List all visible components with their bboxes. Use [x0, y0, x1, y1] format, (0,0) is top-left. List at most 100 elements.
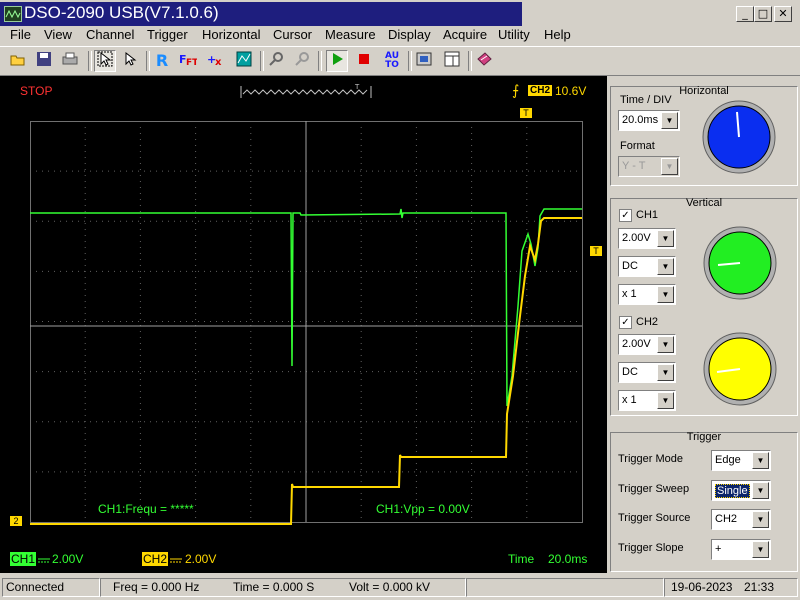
toolbar: R F FT + x AU TO: [0, 46, 800, 76]
print-icon[interactable]: [60, 51, 80, 71]
menu-horizontal[interactable]: Horizontal: [202, 26, 261, 44]
menu-trigger[interactable]: Trigger: [147, 26, 188, 44]
format-select[interactable]: Y - T ▼: [618, 156, 680, 177]
ch2-volts-knob[interactable]: [700, 330, 780, 408]
frequency-measurement: CH1:Frequ = *****: [98, 502, 194, 516]
status-date: 19-06-2023: [671, 580, 733, 594]
chevron-down-icon[interactable]: ▼: [661, 158, 678, 175]
menu-display[interactable]: Display: [388, 26, 431, 44]
timebase-value: 20.0ms: [548, 552, 588, 566]
close-button[interactable]: ✕: [774, 6, 792, 22]
time-div-label: Time / DIV: [620, 94, 672, 106]
pointer-icon[interactable]: [120, 51, 140, 71]
format-label: Format: [620, 140, 655, 152]
cursor-volt: Volt = 0.000 kV: [349, 580, 431, 594]
chevron-down-icon[interactable]: ▼: [661, 112, 678, 129]
pointer-select-icon[interactable]: [94, 50, 116, 72]
ch1-volts-select[interactable]: 2.00V ▼: [618, 228, 676, 249]
window-title: DSO-2090 USB(V7.1.0.6): [24, 3, 219, 22]
run-icon[interactable]: [326, 50, 348, 72]
screenshot-icon[interactable]: [414, 51, 434, 71]
ch2-trace: [30, 217, 582, 525]
ch2-coupling-icon: [170, 558, 182, 563]
menu-bar: File View Channel Trigger Horizontal Cur…: [0, 26, 800, 46]
chevron-down-icon[interactable]: ▼: [657, 286, 674, 303]
menu-acquire[interactable]: Acquire: [443, 26, 487, 44]
trigger-panel-title: Trigger: [686, 431, 722, 443]
ch2-enable-checkbox[interactable]: ✓: [619, 316, 632, 329]
ch2-probe-select[interactable]: x 1 ▼: [618, 390, 676, 411]
zoom-out-icon[interactable]: [292, 51, 312, 71]
ch1-coupling-select[interactable]: DC ▼: [618, 256, 676, 277]
toolbar-separator: [318, 51, 322, 71]
trigger-sweep-value: Single: [715, 484, 750, 498]
menu-utility[interactable]: Utility: [498, 26, 530, 44]
waveform-zoom-icon[interactable]: [234, 51, 254, 71]
chevron-down-icon[interactable]: ▼: [657, 230, 674, 247]
ch2-label: CH2: [636, 316, 659, 328]
svg-text:x: x: [215, 57, 222, 67]
auto-set-icon[interactable]: AU TO: [382, 51, 402, 71]
chevron-down-icon[interactable]: ▼: [752, 452, 769, 469]
math-icon[interactable]: + x: [206, 51, 226, 71]
reference-icon[interactable]: R: [152, 51, 172, 71]
trigger-slope-label: Trigger Slope: [618, 542, 684, 554]
ch2-coupling-select[interactable]: DC ▼: [618, 362, 676, 383]
format-value: Y - T: [622, 160, 646, 172]
trigger-sweep-select[interactable]: Single ▼: [711, 480, 771, 501]
trigger-mode-value: Edge: [715, 454, 741, 466]
vertical-panel-title: Vertical: [685, 197, 723, 209]
ch1-probe-value: x 1: [622, 288, 637, 300]
chevron-down-icon[interactable]: ▼: [657, 336, 674, 353]
fft-icon[interactable]: F FT: [178, 51, 199, 71]
ch2-ground-marker[interactable]: 2: [10, 516, 22, 526]
ch1-trace: [30, 208, 582, 407]
record-icon[interactable]: [442, 51, 462, 71]
vpp-measurement: CH1:Vpp = 0.00V: [376, 502, 470, 516]
status-clock: 21:33: [744, 580, 775, 594]
time-div-select[interactable]: 20.0ms ▼: [618, 110, 680, 131]
toolbar-separator: [408, 51, 412, 71]
book-icon[interactable]: [474, 51, 494, 71]
stop-icon[interactable]: [354, 51, 374, 71]
trigger-source-label: Trigger Source: [618, 512, 691, 524]
chevron-down-icon[interactable]: ▼: [752, 511, 769, 528]
timebase-knob[interactable]: [698, 98, 780, 176]
ch1-volts-knob[interactable]: [700, 224, 780, 302]
trigger-source-select[interactable]: CH2 ▼: [711, 509, 771, 530]
chevron-down-icon[interactable]: ▼: [657, 392, 674, 409]
menu-view[interactable]: View: [44, 26, 72, 44]
ch2-volts-select[interactable]: 2.00V ▼: [618, 334, 676, 355]
menu-measure[interactable]: Measure: [325, 26, 376, 44]
cursor-time: Time = 0.000 S: [233, 580, 315, 594]
trigger-level-marker[interactable]: T: [590, 246, 602, 256]
cursor-frequency: Freq = 0.000 Hz: [113, 580, 200, 594]
zoom-in-icon[interactable]: [266, 51, 286, 71]
chevron-down-icon[interactable]: ▼: [657, 364, 674, 381]
trigger-mode-select[interactable]: Edge ▼: [711, 450, 771, 471]
menu-file[interactable]: File: [10, 26, 31, 44]
save-icon[interactable]: [34, 51, 54, 71]
trigger-source-value: CH2: [715, 513, 738, 525]
app-icon[interactable]: [4, 6, 22, 22]
maximize-button[interactable]: □: [754, 6, 772, 22]
menu-cursor[interactable]: Cursor: [273, 26, 312, 44]
ch1-probe-select[interactable]: x 1 ▼: [618, 284, 676, 305]
chevron-down-icon[interactable]: ▼: [657, 258, 674, 275]
timebase-label: Time: [508, 552, 535, 566]
menu-channel[interactable]: Channel: [86, 26, 134, 44]
chevron-down-icon[interactable]: ▼: [752, 541, 769, 558]
minimize-button[interactable]: _: [736, 6, 754, 22]
chevron-down-icon[interactable]: ▼: [752, 482, 769, 499]
menu-help[interactable]: Help: [544, 26, 571, 44]
trigger-position-marker[interactable]: T: [520, 108, 532, 118]
toolbar-separator: [468, 51, 472, 71]
trigger-slope-select[interactable]: + ▼: [711, 539, 771, 560]
ch1-badge[interactable]: CH1: [10, 552, 37, 566]
open-icon[interactable]: [8, 51, 28, 71]
ch1-label: CH1: [636, 209, 659, 221]
ch2-badge[interactable]: CH2: [142, 552, 169, 566]
toolbar-separator: [260, 51, 264, 71]
toolbar-separator: [146, 51, 150, 71]
ch1-enable-checkbox[interactable]: ✓: [619, 209, 632, 222]
